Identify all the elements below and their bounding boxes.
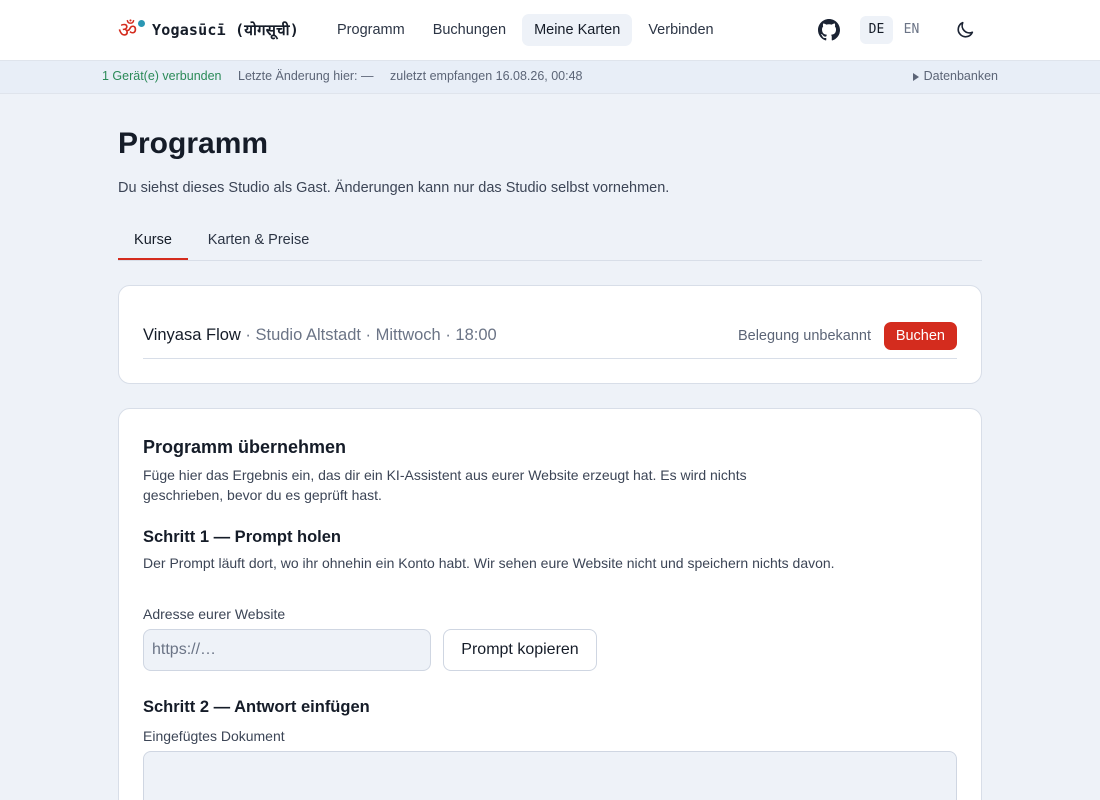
nav-item-meine-karten[interactable]: Meine Karten xyxy=(522,14,633,46)
brand-name: Yogasūcī (योगसूची) xyxy=(152,21,299,39)
lang-de-button[interactable]: DE xyxy=(860,16,893,44)
page-title: Programm xyxy=(118,127,269,160)
triangle-right-icon xyxy=(912,72,919,81)
occupancy-status: Belegung unbekannt xyxy=(737,328,871,344)
copy-prompt-button[interactable]: Prompt kopieren xyxy=(443,629,597,671)
course-row: Vinyasa Flow · Studio Altstadt · Mittwoc… xyxy=(143,312,957,359)
course-title: Vinyasa Flow · Studio Altstadt · Mittwoc… xyxy=(143,326,497,345)
last-change-status: Letzte Änderung hier: — xyxy=(238,69,374,83)
language-switch: DE EN xyxy=(860,16,928,44)
nav-item-verbinden[interactable]: Verbinden xyxy=(636,14,725,46)
sync-status-bar: 1 Gerät(e) verbunden Letzte Änderung hie… xyxy=(0,61,1100,94)
import-program-card: Programm übernehmen Füge hier das Ergebn… xyxy=(118,408,982,800)
course-meta: · Studio Altstadt · Mittwoch · 18:00 xyxy=(240,326,497,344)
pasted-document-label: Eingefügtes Dokument xyxy=(143,728,285,744)
databases-toggle[interactable]: Datenbanken xyxy=(912,61,998,92)
step1-title: Schritt 1 — Prompt holen xyxy=(143,528,342,546)
last-received-status: zuletzt empfangen 16.08.26, 00:48 xyxy=(390,69,583,83)
om-icon: ॐ xyxy=(118,17,146,43)
brand-logo[interactable]: ॐ Yogasūcī (योगसूची) xyxy=(118,17,299,43)
tab-kurse[interactable]: Kurse xyxy=(118,224,188,260)
book-button[interactable]: Buchen xyxy=(883,322,957,350)
step2-title: Schritt 2 — Antwort einfügen xyxy=(143,698,370,716)
tab-karten-preise[interactable]: Karten & Preise xyxy=(200,224,317,260)
logo-dot xyxy=(138,20,145,27)
website-url-input[interactable] xyxy=(143,629,431,671)
devices-connected-status: 1 Gerät(e) verbunden xyxy=(102,69,222,83)
guest-notice: Du siehst dieses Studio als Gast. Änderu… xyxy=(118,180,670,196)
databases-label: Datenbanken xyxy=(923,69,998,83)
website-url-label: Adresse eurer Website xyxy=(143,606,286,622)
step1-description: Der Prompt läuft dort, wo ihr ohnehin ei… xyxy=(143,555,835,571)
main-nav: Programm Buchungen Meine Karten Verbinde… xyxy=(325,14,726,46)
import-title: Programm übernehmen xyxy=(143,437,347,457)
top-header: ॐ Yogasūcī (योगसूची) Programm Buchungen … xyxy=(0,0,1100,61)
pasted-document-textarea[interactable] xyxy=(143,751,957,800)
github-icon[interactable] xyxy=(818,19,840,41)
moon-icon[interactable] xyxy=(954,19,976,41)
nav-item-programm[interactable]: Programm xyxy=(325,14,417,46)
lang-en-button[interactable]: EN xyxy=(895,16,928,44)
course-list-card: Vinyasa Flow · Studio Altstadt · Mittwoc… xyxy=(118,285,982,384)
course-name: Vinyasa Flow xyxy=(143,326,241,344)
import-description: Füge hier das Ergebnis ein, das dir ein … xyxy=(143,467,747,503)
program-tabs: Kurse Karten & Preise xyxy=(118,224,982,261)
nav-item-buchungen[interactable]: Buchungen xyxy=(421,14,518,46)
